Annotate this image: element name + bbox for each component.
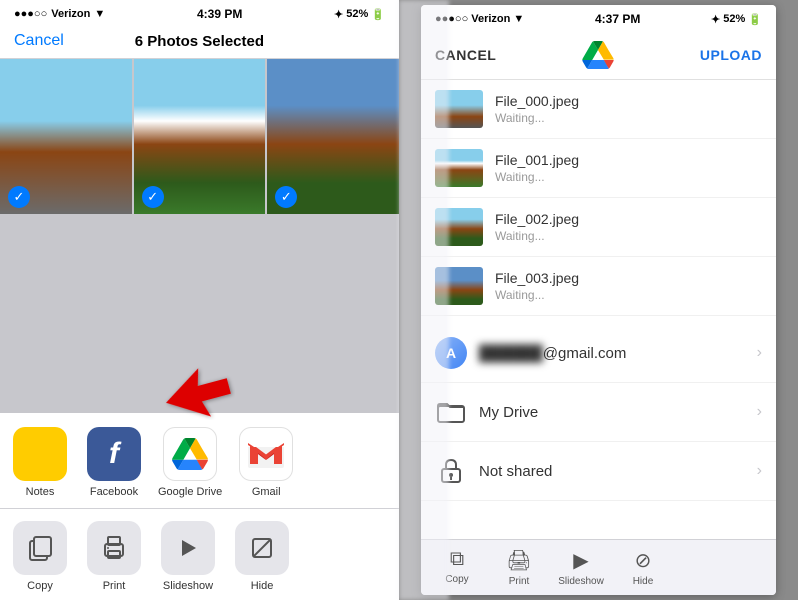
- photos-grid: ✓ ✓ ✓: [0, 59, 399, 413]
- battery-icon: 🔋: [371, 8, 385, 21]
- file-status-2: Waiting...: [495, 229, 762, 243]
- my-drive-chevron-icon: ›: [757, 403, 762, 421]
- right-battery-icon: 🔋: [748, 13, 762, 26]
- bottom-copy-icon: ⧉: [450, 548, 464, 571]
- notes-label: Notes: [26, 486, 55, 498]
- bottom-hide-label: Hide: [633, 576, 654, 587]
- carrier-name: Verizon: [51, 8, 90, 20]
- file-item-2: File_002.jpeg Waiting...: [421, 198, 776, 257]
- hide-label: Hide: [251, 580, 274, 592]
- left-status-bar: ●●●○○ Verizon ▼ 4:39 PM ✦ 52% 🔋: [0, 0, 399, 26]
- cancel-button[interactable]: Cancel: [14, 32, 64, 50]
- check-badge-3: ✓: [275, 186, 297, 208]
- action-print[interactable]: Print: [84, 521, 144, 592]
- slideshow-icon: [161, 521, 215, 575]
- signal-dots: ●●●○○: [14, 8, 47, 20]
- file-name-3: File_003.jpeg: [495, 270, 762, 286]
- right-time: 4:37 PM: [595, 12, 640, 26]
- action-slideshow[interactable]: Slideshow: [158, 521, 218, 592]
- account-email-text: ██████@gmail.com: [479, 345, 745, 362]
- bottom-print[interactable]: 🖨 Print: [493, 548, 545, 587]
- battery-level: 52%: [346, 8, 368, 20]
- photo-cell-2[interactable]: ✓: [134, 59, 266, 214]
- copy-label: Copy: [27, 580, 53, 592]
- gdrive-icon: [163, 427, 217, 481]
- bottom-slideshow-label: Slideshow: [558, 576, 604, 587]
- print-icon: [87, 521, 141, 575]
- gdrive-label: Google Drive: [158, 486, 222, 498]
- facebook-icon: f: [87, 427, 141, 481]
- file-status-3: Waiting...: [495, 288, 762, 302]
- hide-icon: [235, 521, 289, 575]
- bottom-print-label: Print: [509, 576, 530, 587]
- gmail-label: Gmail: [252, 486, 281, 498]
- right-carrier: Verizon: [471, 13, 510, 25]
- right-bluetooth-icon: ✦: [711, 13, 720, 26]
- share-app-notes[interactable]: Notes: [10, 427, 70, 498]
- file-name-1: File_001.jpeg: [495, 152, 762, 168]
- nav-title: 6 Photos Selected: [135, 33, 264, 50]
- not-shared-label: Not shared: [479, 463, 745, 480]
- right-phone: ●●●○○ Verizon ▼ 4:37 PM ✦ 52% 🔋 CANCEL: [399, 0, 798, 600]
- bottom-hide[interactable]: ⊘ Hide: [617, 548, 669, 587]
- left-right-status: ✦ 52% 🔋: [334, 8, 385, 21]
- bottom-print-icon: 🖨: [506, 548, 531, 573]
- left-phone: ●●●○○ Verizon ▼ 4:39 PM ✦ 52% 🔋 Cancel 6…: [0, 0, 399, 600]
- wifi-icon: ▼: [94, 8, 105, 20]
- account-chevron-icon: ›: [757, 344, 762, 362]
- left-time: 4:39 PM: [197, 7, 242, 21]
- gdrive-nav-icon: [582, 41, 614, 69]
- file-item-0: File_000.jpeg Waiting...: [421, 80, 776, 139]
- file-status-1: Waiting...: [495, 170, 762, 184]
- file-item-1: File_001.jpeg Waiting...: [421, 139, 776, 198]
- bottom-slideshow[interactable]: ▶ Slideshow: [555, 548, 607, 587]
- right-phone-inner: ●●●○○ Verizon ▼ 4:37 PM ✦ 52% 🔋 CANCEL: [421, 5, 776, 595]
- check-badge-1: ✓: [8, 186, 30, 208]
- right-bottom-bar: ⧉ Copy 🖨 Print ▶ Slideshow ⊘ Hide: [421, 539, 776, 595]
- photo-cell-3[interactable]: ✓: [267, 59, 399, 214]
- bottom-slideshow-icon: ▶: [573, 548, 588, 573]
- not-shared-chevron-icon: ›: [757, 462, 762, 480]
- action-hide[interactable]: Hide: [232, 521, 292, 592]
- bluetooth-icon: ✦: [334, 8, 343, 21]
- action-copy[interactable]: Copy: [10, 521, 70, 592]
- share-app-gdrive[interactable]: Google Drive: [158, 427, 222, 498]
- bottom-hide-icon: ⊘: [635, 548, 652, 573]
- right-wifi-icon: ▼: [513, 13, 524, 25]
- account-email-row[interactable]: A ██████@gmail.com ›: [421, 324, 776, 383]
- file-status-0: Waiting...: [495, 111, 762, 125]
- slideshow-label: Slideshow: [163, 580, 213, 592]
- file-item-3: File_003.jpeg Waiting...: [421, 257, 776, 316]
- check-badge-2: ✓: [142, 186, 164, 208]
- right-status-bar: ●●●○○ Verizon ▼ 4:37 PM ✦ 52% 🔋: [421, 5, 776, 31]
- share-app-facebook[interactable]: f Facebook: [84, 427, 144, 498]
- file-list: File_000.jpeg Waiting... File_001.jpeg W…: [421, 80, 776, 316]
- file-name-0: File_000.jpeg: [495, 93, 762, 109]
- not-shared-row[interactable]: Not shared ›: [421, 442, 776, 501]
- left-carrier-group: ●●●○○ Verizon ▼: [14, 8, 105, 20]
- my-drive-row[interactable]: My Drive ›: [421, 383, 776, 442]
- upload-nav: CANCEL UPLOAD: [421, 31, 776, 80]
- right-battery: 52%: [723, 13, 745, 25]
- share-actions-row: Copy Print: [0, 509, 399, 600]
- share-apps-row: Notes f Facebook: [0, 413, 399, 509]
- gmail-icon: [239, 427, 293, 481]
- account-section: A ██████@gmail.com › My Drive ›: [421, 324, 776, 501]
- share-app-gmail[interactable]: Gmail: [236, 427, 296, 498]
- facebook-label: Facebook: [90, 486, 138, 498]
- email-blurred: ██████: [479, 345, 543, 362]
- screens-container: ●●●○○ Verizon ▼ 4:39 PM ✦ 52% 🔋 Cancel 6…: [0, 0, 798, 600]
- photo-cell-1[interactable]: ✓: [0, 59, 132, 214]
- left-nav-bar: Cancel 6 Photos Selected: [0, 26, 399, 59]
- upload-button[interactable]: UPLOAD: [700, 47, 762, 63]
- notes-icon: [13, 427, 67, 481]
- email-suffix: @gmail.com: [543, 345, 627, 362]
- file-name-2: File_002.jpeg: [495, 211, 762, 227]
- print-label: Print: [103, 580, 126, 592]
- my-drive-label: My Drive: [479, 404, 745, 421]
- copy-icon: [13, 521, 67, 575]
